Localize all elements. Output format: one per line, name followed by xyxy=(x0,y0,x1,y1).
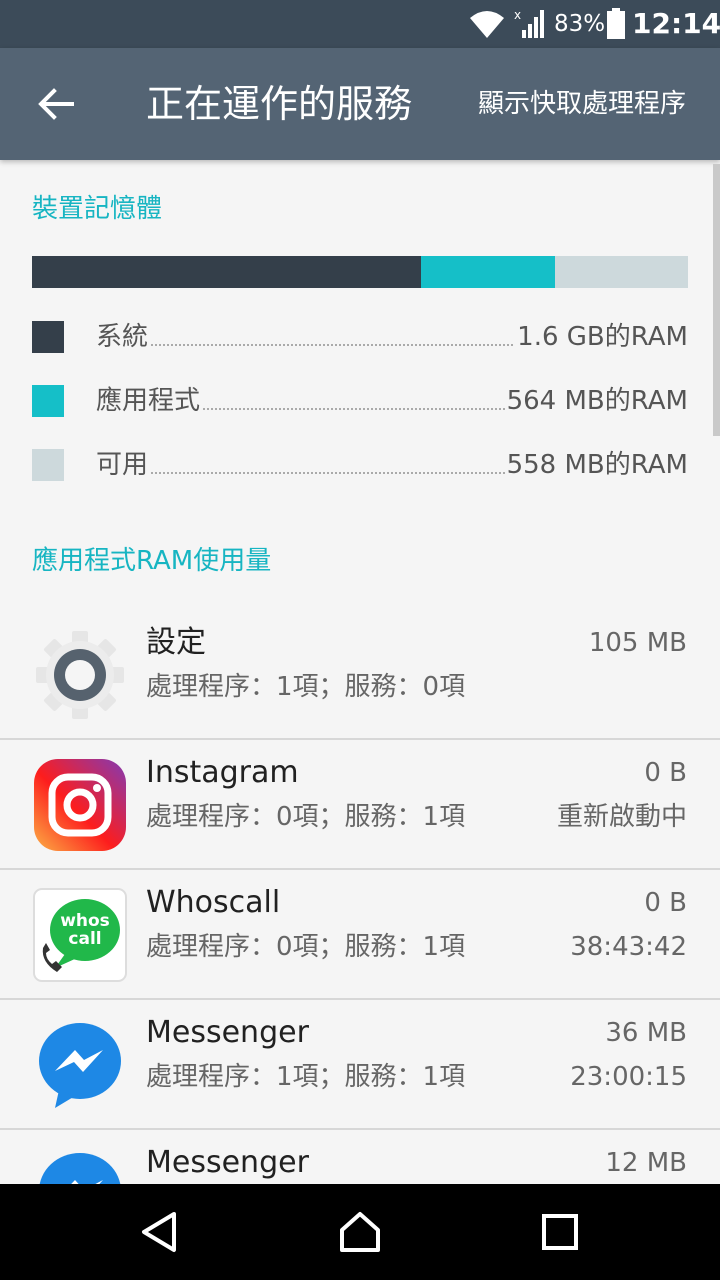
memory-bar-apps xyxy=(421,256,555,288)
nav-recents-icon[interactable] xyxy=(536,1208,584,1256)
svg-text:call: call xyxy=(68,929,101,949)
status-bar: x 83% 12:14 xyxy=(0,0,720,48)
app-ram-usage-header: 應用程式RAM使用量 xyxy=(32,546,272,576)
app-name: Messenger xyxy=(146,1015,309,1050)
app-name: Messenger xyxy=(146,1145,309,1180)
legend-label: 可用 xyxy=(96,445,151,485)
back-arrow-icon[interactable] xyxy=(28,76,84,132)
app-ram-size: 36 MB xyxy=(605,1018,687,1048)
legend-swatch-free xyxy=(32,449,64,481)
memory-bar-system xyxy=(32,256,421,288)
legend-system: 系統 1.6 GB的RAM xyxy=(32,317,688,357)
navigation-bar xyxy=(0,1184,720,1280)
legend-free: 可用 558 MB的RAM xyxy=(32,445,688,485)
battery-percent: 83% xyxy=(554,11,606,37)
show-cached-processes-button[interactable]: 顯示快取處理程序 xyxy=(478,86,686,122)
legend-apps: 應用程式 564 MB的RAM xyxy=(32,381,688,421)
app-ram-size: 0 B xyxy=(644,888,687,918)
toolbar: 正在運作的服務 顯示快取處理程序 xyxy=(0,48,720,160)
app-process-info: 處理程序：1項；服務：0項 xyxy=(146,672,466,702)
legend-label: 應用程式 xyxy=(96,381,203,421)
whoscall-icon: whos call xyxy=(33,888,127,982)
memory-bar-free xyxy=(555,256,688,288)
app-ram-size: 0 B xyxy=(644,758,687,788)
legend-label: 系統 xyxy=(96,317,151,357)
app-status: 重新啟動中 xyxy=(556,802,687,832)
app-name: 設定 xyxy=(146,625,206,660)
app-row-instagram[interactable]: Instagram 處理程序：0項；服務：1項 0 B 重新啟動中 xyxy=(0,740,720,870)
scrollbar[interactable] xyxy=(713,164,720,436)
legend-swatch-system xyxy=(32,321,64,353)
nav-home-icon[interactable] xyxy=(336,1208,384,1256)
wifi-icon xyxy=(470,11,504,38)
legend-value: 558 MB的RAM xyxy=(504,445,688,485)
app-uptime: 38:43:42 xyxy=(570,932,687,962)
instagram-icon xyxy=(34,759,126,851)
messenger-icon xyxy=(39,1023,121,1108)
app-row-settings[interactable]: 設定 處理程序：1項；服務：0項 105 MB xyxy=(0,610,720,740)
signal-icon: x xyxy=(514,8,544,38)
app-ram-size: 105 MB xyxy=(588,628,687,658)
legend-value: 564 MB的RAM xyxy=(504,381,688,421)
page-title: 正在運作的服務 xyxy=(146,82,413,126)
app-uptime: 23:00:15 xyxy=(570,1062,687,1092)
app-process-info: 處理程序：0項；服務：1項 xyxy=(146,932,466,962)
battery-icon xyxy=(607,8,625,39)
memory-usage-bar xyxy=(32,256,688,288)
app-ram-size: 12 MB xyxy=(605,1148,687,1178)
app-process-info: 處理程序：1項；服務：1項 xyxy=(146,1062,466,1092)
app-name: Instagram xyxy=(146,755,299,790)
app-row-whoscall[interactable]: whos call Whoscall 處理程序：0項；服務：1項 0 B 38:… xyxy=(0,870,720,1000)
svg-text:x: x xyxy=(514,8,521,22)
app-process-info: 處理程序：0項；服務：1項 xyxy=(146,802,466,832)
legend-value: 1.6 GB的RAM xyxy=(515,317,688,357)
settings-gear-icon xyxy=(36,631,124,719)
app-name: Whoscall xyxy=(146,885,281,920)
legend-swatch-apps xyxy=(32,385,64,417)
nav-back-icon[interactable] xyxy=(136,1208,184,1256)
status-time: 12:14 xyxy=(632,7,720,40)
app-row-messenger[interactable]: Messenger 處理程序：1項；服務：1項 36 MB 23:00:15 xyxy=(0,1000,720,1130)
device-memory-header: 裝置記憶體 xyxy=(32,194,163,224)
svg-text:whos: whos xyxy=(60,911,110,931)
